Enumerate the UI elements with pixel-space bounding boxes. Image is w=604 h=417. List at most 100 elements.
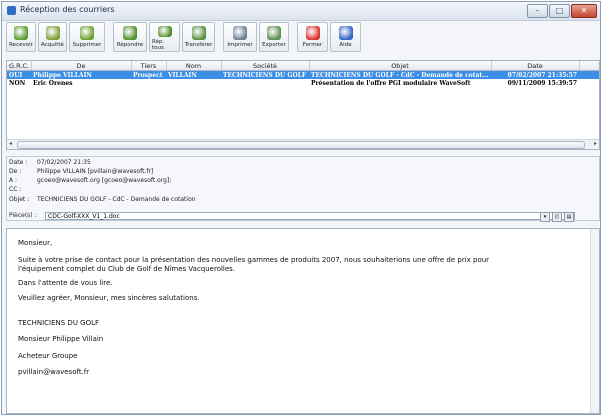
subject-label: Objet : xyxy=(9,196,30,203)
table-cell xyxy=(579,70,599,79)
to-row: A : gcoeo@wavesoft.org [gcoeo@wavesoft.o… xyxy=(9,177,171,184)
vertical-scrollbar[interactable] xyxy=(590,229,599,413)
delete-button[interactable]: Supprimer xyxy=(69,22,105,52)
delete-icon xyxy=(80,26,94,40)
acknowledge-button[interactable]: Acquitté xyxy=(38,22,67,52)
reply-icon xyxy=(123,26,137,40)
toolbar-button-label: Rép. tous xyxy=(152,39,165,51)
toolbar-button-label: Exporter xyxy=(262,42,286,48)
table-cell xyxy=(579,79,599,87)
receive-button[interactable]: Recevoir xyxy=(6,22,36,52)
signature-email: pvillain@wavesoft.fr xyxy=(18,368,90,376)
print-icon xyxy=(233,26,247,40)
help-button[interactable]: Aide xyxy=(330,22,361,52)
subject-row: Objet : TECHNICIENS DU GOLF - CdC - Dema… xyxy=(9,196,196,203)
toolbar: Recevoir Acquitté Supprimer Répondre Rép. to… xyxy=(6,22,361,54)
table-cell: OUI xyxy=(7,70,31,79)
to-value: gcoeo@wavesoft.org [gcoeo@wavesoft.org]; xyxy=(37,177,172,184)
forward-icon xyxy=(191,26,206,40)
toolbar-button-label: Acquitté xyxy=(41,42,64,48)
toolbar-button-label: Répondre xyxy=(116,42,144,48)
scrollbar-thumb[interactable] xyxy=(17,141,585,149)
table-cell: TECHNICIENS DU GOLF - CdC - Demande de c… xyxy=(309,70,491,79)
column-header[interactable]: Société xyxy=(221,61,310,71)
attachment-actions: ▾ ◰ ▤ xyxy=(540,212,574,222)
scroll-left-icon[interactable]: ◂ xyxy=(9,140,12,147)
export-button[interactable]: Exporter xyxy=(259,22,289,52)
minimize-icon[interactable]: – xyxy=(527,4,548,18)
close-icon[interactable]: ✕ xyxy=(571,4,597,18)
table-cell xyxy=(131,79,166,87)
signature-name: Monsieur Philippe Villain xyxy=(18,335,104,343)
paragraph-3: Veuillez agréer, Monsieur, mes sincères … xyxy=(18,294,200,302)
toolbar-button-label: Supprimer xyxy=(72,42,102,48)
toolbar-button-label: Recevoir xyxy=(9,42,33,48)
date-row: Date : 07/02/2007 21:35 xyxy=(9,159,91,166)
toolbar-button-label: Aide xyxy=(339,42,352,48)
app-icon xyxy=(7,6,16,15)
close-icon xyxy=(305,26,320,40)
message-body[interactable]: Monsieur, Suite à votre prise de contact… xyxy=(6,228,600,414)
horizontal-scrollbar[interactable]: ◂ ▸ xyxy=(7,139,599,149)
table-cell xyxy=(166,79,221,87)
receive-icon xyxy=(14,26,28,40)
mail-list-header: G.R.C.DeTiersNomSociétéObjetDateTai xyxy=(7,61,599,71)
table-cell: VILLAIN xyxy=(166,70,221,79)
date-value: 07/02/2007 21:35 xyxy=(37,159,91,166)
table-row[interactable]: OUI Philippe VILLAIN Prospect VILLAIN TECHNI… xyxy=(7,70,599,79)
column-header[interactable]: Nom xyxy=(166,61,222,71)
attach-row: Pièce(s) : xyxy=(9,212,37,219)
from-label: De : xyxy=(9,168,22,175)
table-cell: Eric Orenes xyxy=(33,79,73,87)
print-button[interactable]: Imprimer xyxy=(223,22,257,52)
title-bar: Réception des courriers – □ ✕ xyxy=(2,2,600,21)
acknowledge-icon xyxy=(45,26,60,40)
export-icon xyxy=(267,26,281,40)
signature-company: TECHNICIENS DU GOLF xyxy=(18,318,100,327)
forward-button[interactable]: Transférer xyxy=(182,22,215,52)
from-row: De : Philippe VILLAIN [pvillain@wavesoft… xyxy=(9,168,153,175)
attachment-field[interactable]: CDC-Golf-XXX_V1_1.doc xyxy=(45,212,575,220)
table-cell: Prospect xyxy=(131,70,166,79)
column-header[interactable]: Date xyxy=(491,61,580,71)
table-cell: Philippe VILLAIN xyxy=(31,70,131,79)
mail-list: G.R.C.DeTiersNomSociétéObjetDateTai OUIP… xyxy=(6,60,600,150)
from-value: Philippe VILLAIN [pvillain@wavesoft.fr] xyxy=(37,168,154,175)
column-header[interactable]: De xyxy=(31,61,132,71)
signature-role: Acheteur Groupe xyxy=(18,351,78,360)
reply-button[interactable]: Répondre xyxy=(113,22,147,52)
table-row[interactable]: NON Eric Orenes Présentation de l'offre PG… xyxy=(7,79,599,87)
toolbar-button-label: Imprimer xyxy=(227,42,253,48)
table-cell: NON xyxy=(9,79,26,87)
toolbar-button-label: Fermer xyxy=(302,42,323,48)
column-header[interactable]: Tiers xyxy=(131,61,167,71)
to-label: A : xyxy=(9,177,18,184)
paragraph-1-line-1: Suite à votre prise de contact pour la p… xyxy=(18,255,490,264)
window-title: Réception des courriers xyxy=(20,5,115,14)
paragraph-1-line-2: l'équipement complet du Club de Golf de … xyxy=(18,264,236,273)
mail-reception-window: Réception des courriers – □ ✕ Recevoir Ac… xyxy=(1,1,601,415)
toolbar-button-label: Transférer xyxy=(184,42,213,48)
reply-all-icon xyxy=(157,26,172,37)
cc-label: CC : xyxy=(9,186,22,193)
table-cell xyxy=(221,79,309,87)
window-controls: – □ ✕ xyxy=(527,4,597,18)
table-cell: 07/02/2007 21:35:57 xyxy=(491,70,579,79)
attach-label: Pièce(s) : xyxy=(9,212,37,219)
cc-row: CC : xyxy=(9,186,37,193)
scroll-right-icon[interactable]: ▸ xyxy=(594,140,597,147)
close-button[interactable]: Fermer xyxy=(297,22,328,52)
table-cell: TECHNICIENS DU GOLF xyxy=(221,70,309,79)
maximize-icon[interactable]: □ xyxy=(549,4,570,18)
save-attachment-icon[interactable]: ▤ xyxy=(564,212,574,222)
open-attachment-icon[interactable]: ◰ xyxy=(552,212,562,222)
dropdown-icon[interactable]: ▾ xyxy=(540,212,550,222)
column-header[interactable]: Tai xyxy=(579,61,599,71)
column-header[interactable]: Objet xyxy=(309,61,492,71)
subject-value: TECHNICIENS DU GOLF - CdC - Demande de c… xyxy=(37,196,196,203)
paragraph-2: Dans l'attente de vous lire. xyxy=(18,278,113,287)
column-header[interactable]: G.R.C. xyxy=(7,61,32,71)
message-header-panel: Date : 07/02/2007 21:35 De : Philippe VI… xyxy=(6,156,600,222)
table-cell: 09/11/2009 15:39:57 xyxy=(507,79,577,87)
reply-all-button[interactable]: Rép. tous xyxy=(149,22,180,52)
